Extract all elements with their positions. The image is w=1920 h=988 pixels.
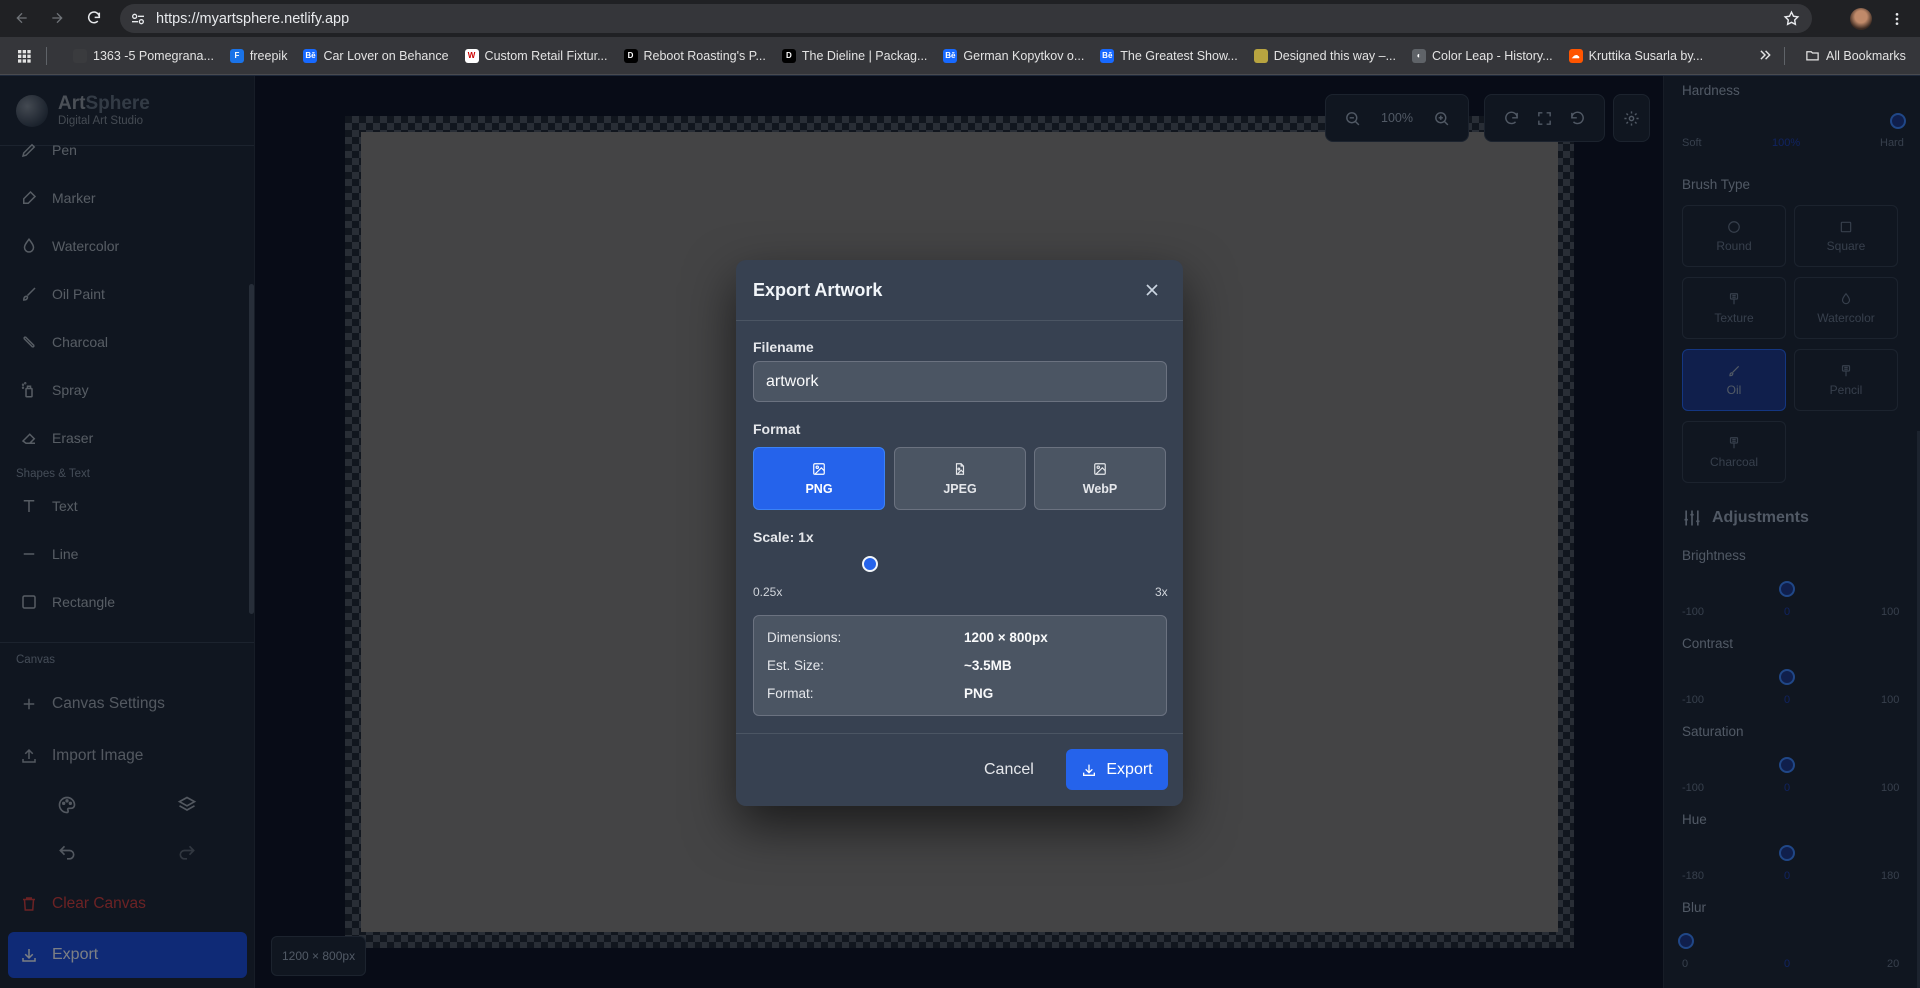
address-bar[interactable]: https://myartsphere.netlify.app bbox=[120, 4, 1812, 33]
apps-grid-icon[interactable] bbox=[16, 48, 32, 64]
bookmark-label: The Dieline | Packag... bbox=[801, 48, 928, 63]
download-icon bbox=[1081, 762, 1097, 778]
bookmark-item[interactable]: ☁ Kruttika Susarla by... bbox=[1568, 48, 1704, 63]
arrow-left-icon bbox=[14, 10, 30, 26]
bookmarks-divider bbox=[46, 46, 47, 65]
format-label-jpeg: JPEG bbox=[943, 481, 977, 496]
format-jpeg-button[interactable]: JPEG bbox=[894, 447, 1026, 510]
bookmark-item[interactable]: ◐ Color Leap - History... bbox=[1412, 48, 1553, 63]
bookmark-label: Kruttika Susarla by... bbox=[1588, 48, 1704, 63]
info-value-format: PNG bbox=[964, 686, 994, 701]
bookmark-item[interactable]: D The Dieline | Packag... bbox=[781, 48, 928, 63]
bookmark-favicon-icon: Bē bbox=[303, 48, 318, 63]
close-icon[interactable] bbox=[1142, 280, 1162, 300]
bookmark-item[interactable]: Bē Car Lover on Behance bbox=[303, 48, 449, 63]
bookmark-label: Car Lover on Behance bbox=[323, 48, 449, 63]
bookmarks-bar: 1363 -5 Pomegrana... Ffreepik Bē Car Lover … bbox=[0, 37, 1920, 75]
export-dialog: Export Artwork Filename Format PNG JPEG … bbox=[736, 260, 1183, 806]
bookmark-item[interactable]: Ffreepik bbox=[229, 48, 288, 63]
image-icon bbox=[812, 462, 826, 476]
bookmark-favicon-icon: W bbox=[464, 48, 479, 63]
cancel-button[interactable]: Cancel bbox=[984, 750, 1034, 790]
info-value-size: ~3.5MB bbox=[964, 658, 1012, 673]
all-bookmarks-label: All Bookmarks bbox=[1826, 48, 1906, 63]
url-text[interactable]: https://myartsphere.netlify.app bbox=[156, 11, 349, 27]
filename-label: Filename bbox=[753, 339, 814, 355]
filename-input[interactable] bbox=[753, 361, 1167, 402]
format-webp-button[interactable]: WebP bbox=[1034, 447, 1166, 510]
bookmark-favicon-icon: ☁ bbox=[1568, 48, 1583, 63]
image-icon bbox=[1093, 462, 1107, 476]
bookmark-item[interactable]: W Custom Retail Fixtur... bbox=[464, 48, 608, 63]
bookmark-item[interactable]: Designed this way –... bbox=[1253, 48, 1397, 63]
format-label-webp: WebP bbox=[1082, 481, 1118, 496]
info-key: Format: bbox=[767, 686, 814, 701]
back-button[interactable] bbox=[8, 4, 36, 32]
reload-icon bbox=[86, 10, 102, 26]
arrow-right-icon bbox=[49, 10, 65, 26]
bookmark-favicon-icon: D bbox=[781, 48, 796, 63]
bookmark-favicon-icon: D bbox=[623, 48, 638, 63]
bookmark-favicon-icon: F bbox=[229, 48, 244, 63]
format-png-button[interactable]: PNG bbox=[753, 447, 885, 510]
export-button[interactable]: Export bbox=[1066, 749, 1168, 790]
bookmark-label: Custom Retail Fixtur... bbox=[484, 48, 608, 63]
folder-icon bbox=[1805, 48, 1820, 63]
bookmark-item[interactable]: D Reboot Roasting's P... bbox=[623, 48, 766, 63]
reload-button[interactable] bbox=[80, 4, 108, 32]
bookmark-label: Reboot Roasting's P... bbox=[643, 48, 766, 63]
scale-slider-thumb[interactable] bbox=[862, 556, 878, 572]
bookmark-label: The Greatest Show... bbox=[1120, 48, 1238, 63]
bookmark-label: German Kopytkov o... bbox=[963, 48, 1085, 63]
bookmark-favicon-icon bbox=[73, 48, 87, 63]
bookmark-item[interactable]: 1363 -5 Pomegrana... bbox=[73, 48, 214, 63]
bookmark-favicon-icon bbox=[1253, 48, 1268, 63]
dialog-header-divider bbox=[736, 320, 1183, 321]
browser-menu-icon[interactable] bbox=[1889, 10, 1905, 28]
bookmark-favicon-icon: Bē bbox=[1100, 48, 1115, 63]
info-key: Dimensions: bbox=[767, 630, 842, 645]
bookmark-item[interactable]: Bē The Greatest Show... bbox=[1100, 48, 1238, 63]
all-bookmarks-button[interactable]: All Bookmarks bbox=[1805, 48, 1906, 63]
bookmark-list: 1363 -5 Pomegrana... Ffreepik Bē Car Lover … bbox=[73, 48, 1719, 63]
bookmark-favicon-icon: Bē bbox=[943, 48, 958, 63]
export-button-label: Export bbox=[1106, 760, 1153, 778]
bookmark-label: Designed this way –... bbox=[1273, 48, 1397, 63]
info-value-dimensions: 1200 × 800px bbox=[964, 630, 1048, 645]
bookmark-label: 1363 -5 Pomegrana... bbox=[93, 48, 214, 63]
format-label: Format bbox=[753, 421, 801, 437]
scale-min-label: 0.25x bbox=[753, 585, 783, 599]
file-image-icon bbox=[953, 462, 967, 476]
profile-avatar[interactable] bbox=[1850, 8, 1872, 30]
bookmark-label: Color Leap - History... bbox=[1432, 48, 1553, 63]
bookmarks-divider bbox=[1784, 47, 1785, 65]
bookmark-item[interactable]: Bē German Kopytkov o... bbox=[943, 48, 1085, 63]
chevron-double-right-icon[interactable] bbox=[1758, 48, 1772, 62]
browser-toolbar: https://myartsphere.netlify.app bbox=[0, 0, 1920, 37]
dialog-title: Export Artwork bbox=[753, 280, 883, 300]
bookmark-favicon-icon: ◐ bbox=[1412, 48, 1427, 63]
info-key: Est. Size: bbox=[767, 658, 825, 673]
forward-button[interactable] bbox=[43, 4, 71, 32]
scale-label: Scale: 1x bbox=[753, 529, 814, 545]
scale-max-label: 3x bbox=[1155, 585, 1168, 599]
dialog-footer-divider bbox=[736, 733, 1183, 734]
format-label-png: PNG bbox=[805, 481, 833, 496]
export-info-box: Dimensions: 1200 × 800px Est. Size: ~3.5… bbox=[753, 615, 1167, 716]
bookmark-label: freepik bbox=[249, 48, 288, 63]
bookmark-star-icon[interactable] bbox=[1783, 10, 1800, 27]
site-info-icon[interactable] bbox=[130, 11, 146, 27]
